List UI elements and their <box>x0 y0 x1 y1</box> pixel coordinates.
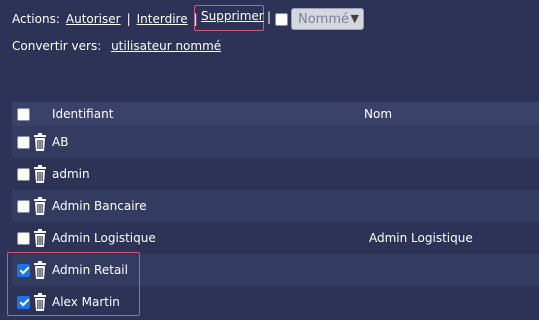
select-all-checkbox[interactable] <box>17 107 30 121</box>
select-value: Nommé <box>298 11 350 27</box>
authorize-link[interactable]: Autoriser <box>66 12 121 26</box>
table-row[interactable]: AB <box>12 126 539 158</box>
table-header: Identifiant Nom <box>12 102 539 126</box>
table-row[interactable]: admin <box>12 158 539 190</box>
delete-link[interactable]: Supprimer <box>201 9 264 23</box>
trash-icon[interactable] <box>34 133 46 151</box>
trash-icon[interactable] <box>34 197 46 215</box>
table-row[interactable]: Admin Bancaire <box>12 190 539 222</box>
row-checkbox[interactable] <box>17 135 30 149</box>
trash-icon[interactable] <box>34 229 46 247</box>
convert-named-user-link[interactable]: utilisateur nommé <box>111 39 221 53</box>
convert-line: Convertir vers: utilisateur nommé <box>12 39 221 53</box>
forbid-link[interactable]: Interdire <box>137 12 188 26</box>
convert-label: Convertir vers: <box>12 39 102 53</box>
row-checkbox[interactable] <box>17 199 30 213</box>
separator: | <box>126 12 131 26</box>
row-ident[interactable]: Admin Bancaire <box>52 199 147 213</box>
row-ident[interactable]: Admin Logistique <box>52 231 156 245</box>
selected-rows-highlight <box>7 252 140 316</box>
actions-label: Actions: <box>12 12 60 26</box>
table-row[interactable]: Admin Logistique Admin Logistique <box>12 222 539 254</box>
header-ident: Identifiant <box>52 107 114 121</box>
row-nom: Admin Logistique <box>369 231 473 245</box>
trash-icon[interactable] <box>34 165 46 183</box>
row-ident[interactable]: AB <box>52 135 68 149</box>
chevron-down-icon: ▼ <box>350 12 359 25</box>
row-checkbox[interactable] <box>17 167 30 181</box>
separator: | <box>267 10 272 24</box>
user-type-select[interactable]: Nommé ▼ <box>291 8 364 30</box>
actions-bar: Actions: Autoriser | Interdire | <box>12 8 204 30</box>
type-checkbox[interactable] <box>275 13 288 26</box>
header-nom: Nom <box>364 107 393 121</box>
row-checkbox[interactable] <box>17 231 30 245</box>
row-ident[interactable]: admin <box>52 167 90 181</box>
